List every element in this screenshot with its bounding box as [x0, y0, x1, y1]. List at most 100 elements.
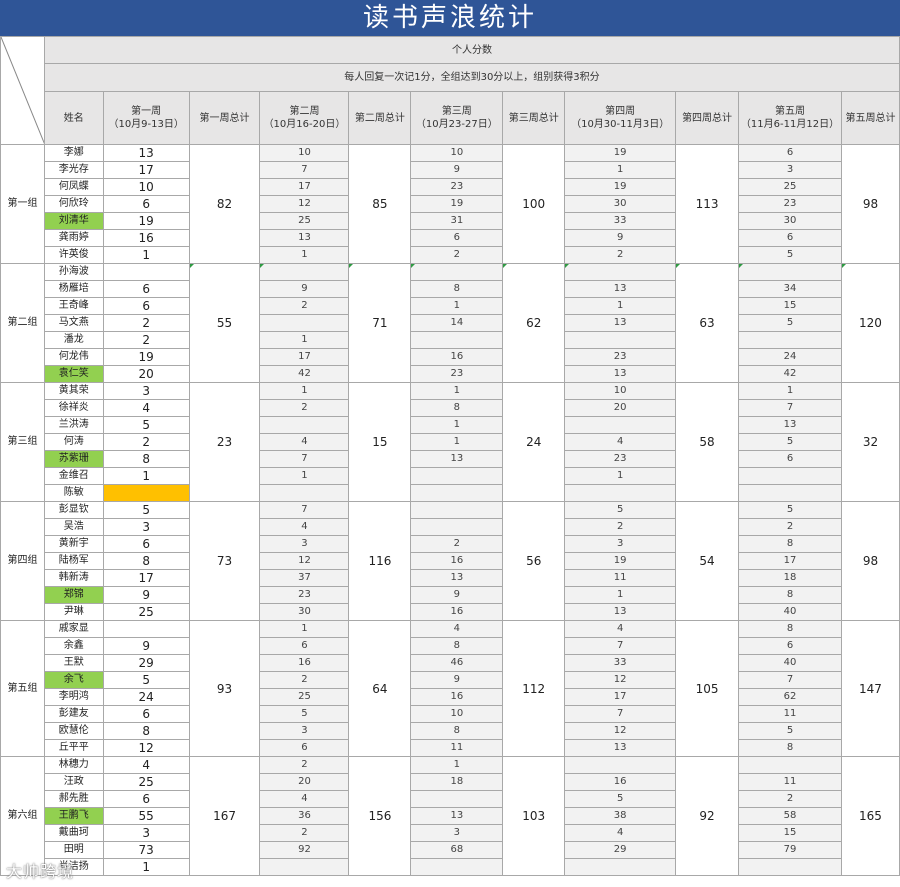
- score-cell-week-1[interactable]: 13: [102, 144, 190, 162]
- group-total-week-1[interactable]: 55: [188, 263, 261, 383]
- score-cell-week-1[interactable]: 25: [102, 773, 190, 791]
- score-cell-week-5[interactable]: 5: [738, 501, 842, 519]
- score-cell-week-1[interactable]: 1: [102, 467, 190, 485]
- score-cell-week-1[interactable]: 6: [102, 297, 190, 315]
- score-cell-week-3[interactable]: 18: [410, 773, 504, 791]
- score-cell-week-2[interactable]: 92: [259, 841, 350, 859]
- member-name-cell[interactable]: 彭显钦: [43, 501, 104, 519]
- score-cell-week-4[interactable]: [564, 858, 677, 876]
- member-name-cell[interactable]: 孙海波: [43, 263, 104, 281]
- score-cell-week-2[interactable]: 9: [259, 280, 350, 298]
- score-cell-week-5[interactable]: 40: [738, 603, 842, 621]
- score-cell-week-2[interactable]: 13: [259, 229, 350, 247]
- member-name-cell[interactable]: 戚家显: [43, 620, 104, 638]
- score-cell-week-4[interactable]: 30: [564, 195, 677, 213]
- score-cell-week-5[interactable]: 6: [738, 637, 842, 655]
- score-cell-week-2[interactable]: 17: [259, 178, 350, 196]
- score-cell-week-1[interactable]: 6: [102, 280, 190, 298]
- score-cell-week-5[interactable]: 62: [738, 688, 842, 706]
- score-cell-week-1[interactable]: 17: [102, 569, 190, 587]
- score-cell-week-2[interactable]: 7: [259, 161, 350, 179]
- group-total-week-4[interactable]: 113: [675, 144, 740, 264]
- score-cell-week-2[interactable]: 2: [259, 297, 350, 315]
- score-cell-week-2[interactable]: 42: [259, 365, 350, 383]
- score-cell-week-2[interactable]: 7: [259, 450, 350, 468]
- score-cell-week-1[interactable]: 4: [102, 756, 190, 774]
- score-cell-week-1[interactable]: [102, 620, 190, 638]
- group-total-week-5[interactable]: 98: [840, 144, 900, 264]
- score-cell-week-3[interactable]: 8: [410, 399, 504, 417]
- score-cell-week-3[interactable]: 16: [410, 348, 504, 366]
- score-cell-week-5[interactable]: 1: [738, 382, 842, 400]
- group-total-week-2[interactable]: 156: [348, 756, 412, 876]
- score-cell-week-3[interactable]: 16: [410, 603, 504, 621]
- member-name-cell[interactable]: 欧慧伦: [43, 722, 104, 740]
- member-name-cell[interactable]: 余飞: [43, 671, 104, 689]
- group-total-week-5[interactable]: 147: [840, 620, 900, 757]
- group-total-week-3[interactable]: 103: [502, 756, 566, 876]
- group-total-week-3[interactable]: 100: [502, 144, 566, 264]
- score-cell-week-2[interactable]: 36: [259, 807, 350, 825]
- member-name-cell[interactable]: 苏紫珊: [43, 450, 104, 468]
- member-name-cell[interactable]: 何龙伟: [43, 348, 104, 366]
- score-cell-week-4[interactable]: 12: [564, 722, 677, 740]
- score-cell-week-4[interactable]: 7: [564, 705, 677, 723]
- score-cell-week-4[interactable]: 1: [564, 586, 677, 604]
- score-cell-week-3[interactable]: 19: [410, 195, 504, 213]
- score-cell-week-1[interactable]: 2: [102, 331, 190, 349]
- score-cell-week-1[interactable]: 1: [102, 246, 190, 264]
- score-cell-week-1[interactable]: 6: [102, 790, 190, 808]
- score-cell-week-3[interactable]: 16: [410, 552, 504, 570]
- score-cell-week-1[interactable]: 8: [102, 450, 190, 468]
- member-name-cell[interactable]: 刘清华: [43, 212, 104, 230]
- member-name-cell[interactable]: 王鹏飞: [43, 807, 104, 825]
- score-cell-week-5[interactable]: [738, 484, 842, 502]
- score-cell-week-1[interactable]: 8: [102, 722, 190, 740]
- score-cell-week-5[interactable]: 2: [738, 790, 842, 808]
- member-name-cell[interactable]: 彭建友: [43, 705, 104, 723]
- score-cell-week-4[interactable]: 4: [564, 620, 677, 638]
- score-cell-week-5[interactable]: 58: [738, 807, 842, 825]
- score-cell-week-3[interactable]: [410, 484, 504, 502]
- score-cell-week-2[interactable]: 3: [259, 535, 350, 553]
- score-cell-week-2[interactable]: 12: [259, 552, 350, 570]
- score-cell-week-4[interactable]: [564, 416, 677, 434]
- score-cell-week-5[interactable]: 40: [738, 654, 842, 672]
- member-name-cell[interactable]: 余鑫: [43, 637, 104, 655]
- score-cell-week-3[interactable]: 23: [410, 178, 504, 196]
- score-cell-week-4[interactable]: 2: [564, 246, 677, 264]
- member-name-cell[interactable]: 杨雁培: [43, 280, 104, 298]
- member-name-cell[interactable]: 徐祥炎: [43, 399, 104, 417]
- score-cell-week-1[interactable]: 4: [102, 399, 190, 417]
- score-cell-week-3[interactable]: 2: [410, 246, 504, 264]
- score-cell-week-2[interactable]: 5: [259, 705, 350, 723]
- score-cell-week-1[interactable]: 19: [102, 212, 190, 230]
- score-cell-week-1[interactable]: [102, 263, 190, 281]
- score-cell-week-1[interactable]: 2: [102, 314, 190, 332]
- score-cell-week-4[interactable]: 16: [564, 773, 677, 791]
- score-cell-week-4[interactable]: 13: [564, 280, 677, 298]
- score-cell-week-3[interactable]: [410, 858, 504, 876]
- group-total-week-5[interactable]: 120: [840, 263, 900, 383]
- score-cell-week-3[interactable]: 16: [410, 688, 504, 706]
- group-total-week-1[interactable]: 167: [188, 756, 261, 876]
- score-cell-week-2[interactable]: 20: [259, 773, 350, 791]
- score-cell-week-2[interactable]: 23: [259, 586, 350, 604]
- score-cell-week-2[interactable]: 1: [259, 246, 350, 264]
- score-cell-week-5[interactable]: 18: [738, 569, 842, 587]
- group-total-week-4[interactable]: 63: [675, 263, 740, 383]
- score-cell-week-4[interactable]: 38: [564, 807, 677, 825]
- score-cell-week-5[interactable]: 6: [738, 144, 842, 162]
- score-cell-week-5[interactable]: 11: [738, 773, 842, 791]
- score-cell-week-5[interactable]: [738, 467, 842, 485]
- score-cell-week-2[interactable]: 1: [259, 382, 350, 400]
- score-cell-week-2[interactable]: [259, 484, 350, 502]
- score-cell-week-1[interactable]: 3: [102, 824, 190, 842]
- score-cell-week-5[interactable]: 15: [738, 824, 842, 842]
- score-cell-week-1[interactable]: 17: [102, 161, 190, 179]
- score-cell-week-4[interactable]: 13: [564, 365, 677, 383]
- score-cell-week-2[interactable]: 2: [259, 671, 350, 689]
- member-name-cell[interactable]: 陆杨军: [43, 552, 104, 570]
- group-total-week-4[interactable]: 58: [675, 382, 740, 502]
- member-name-cell[interactable]: 戴曲珂: [43, 824, 104, 842]
